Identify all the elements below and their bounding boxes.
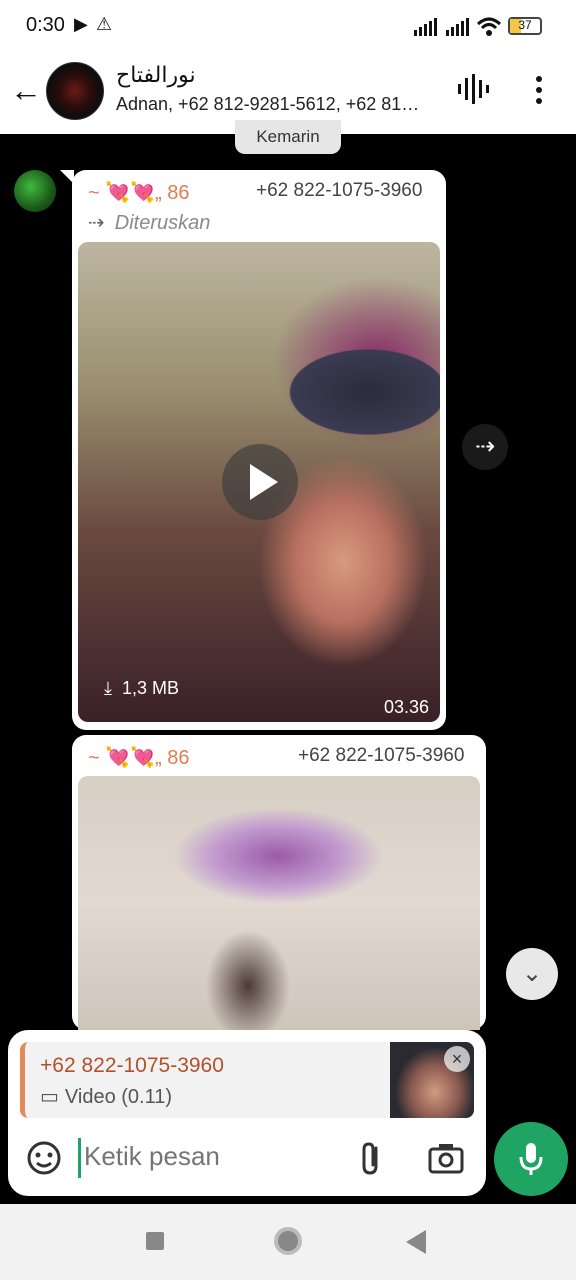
mic-icon — [519, 1143, 543, 1175]
date-chip: Kemarin — [235, 120, 341, 154]
close-reply-icon[interactable]: × — [444, 1046, 470, 1072]
sender-name[interactable]: ~ 💘💘„ 86 — [88, 180, 190, 205]
sender-phone-2: +62 822-1075-3960 — [298, 745, 465, 766]
recent-apps-icon[interactable] — [146, 1232, 164, 1250]
reply-sender: +62 822-1075-3960 — [40, 1054, 224, 1077]
signal-icon-2 — [446, 18, 469, 36]
video-camera-icon: ▭ — [40, 1086, 59, 1108]
play-store-icon: ▶ — [74, 14, 88, 34]
warning-icon: ⚠ — [96, 14, 113, 34]
group-members[interactable]: Adnan, +62 812-9281-5612, +62 81… — [116, 94, 436, 115]
download-size[interactable]: ⤓ 1,3 MB — [104, 678, 179, 699]
text-cursor — [78, 1138, 81, 1178]
battery-percent: 37 — [518, 18, 532, 32]
wifi-icon — [476, 17, 502, 36]
sender-phone: +62 822-1075-3960 — [256, 180, 423, 201]
forwarded-text: Diteruskan — [114, 212, 211, 234]
battery-icon: 37 — [508, 17, 542, 35]
voice-message-button[interactable] — [494, 1122, 568, 1196]
nav-back-icon[interactable] — [406, 1230, 426, 1254]
video-size: 1,3 MB — [121, 678, 179, 698]
message-input[interactable] — [82, 1140, 346, 1173]
status-bar: 0:30 ▶ ⚠ 37 — [0, 0, 576, 56]
sender-avatar[interactable] — [14, 170, 56, 212]
media-thumbnail-2[interactable] — [78, 776, 480, 1030]
more-options-icon[interactable] — [530, 72, 550, 108]
back-arrow-icon[interactable]: ← — [10, 72, 46, 108]
sticker-icon[interactable] — [26, 1140, 62, 1176]
attach-icon[interactable] — [356, 1140, 386, 1176]
scroll-down-icon[interactable]: ⌄ — [506, 948, 558, 1000]
download-icon: ⤓ — [104, 678, 112, 698]
reply-media-label: Video (0.11) — [64, 1086, 173, 1108]
voice-chat-icon[interactable] — [456, 74, 490, 104]
camera-icon[interactable] — [428, 1142, 464, 1174]
sender-name-2[interactable]: ~ 💘💘„ 86 — [88, 745, 190, 770]
forwarded-label: ⇢ Diteruskan — [88, 210, 210, 235]
home-icon[interactable] — [274, 1227, 302, 1255]
video-duration: 03.36 — [384, 697, 430, 717]
forward-icon: ⇢ — [88, 212, 105, 234]
group-title[interactable]: نورالفتاح — [116, 62, 196, 88]
group-avatar[interactable] — [46, 62, 104, 120]
play-icon[interactable] — [222, 444, 298, 520]
status-time: 0:30 — [26, 14, 65, 36]
signal-icon — [414, 18, 437, 36]
reply-media-type: ▭ Video (0.11) — [40, 1084, 172, 1109]
share-icon[interactable]: ⇢ — [462, 424, 508, 470]
